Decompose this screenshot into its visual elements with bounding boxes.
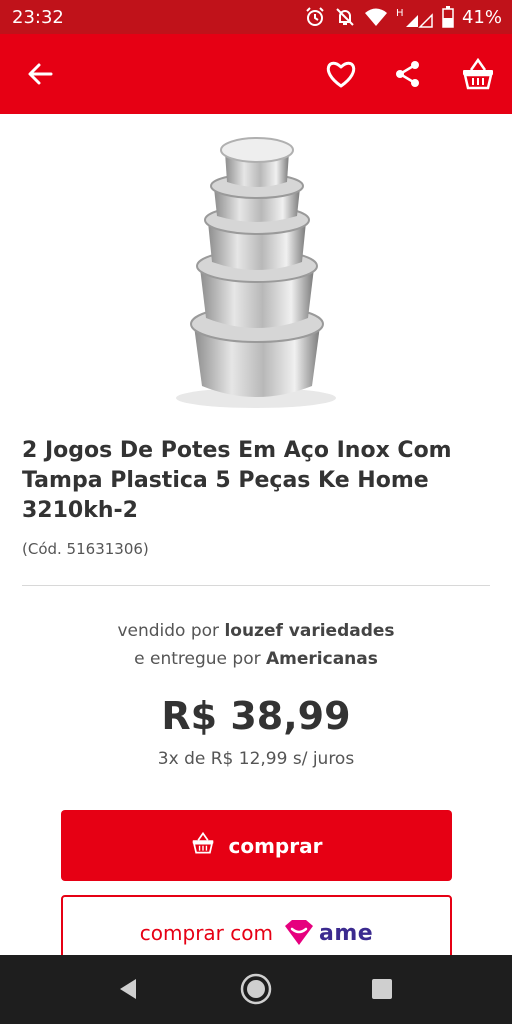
status-bar: 23:32 H 41% [0, 0, 512, 34]
battery-percent: 41% [461, 6, 502, 28]
heart-icon[interactable] [321, 54, 361, 94]
product-code: (Cód. 51631306) [22, 540, 149, 558]
price: R$ 38,99 [161, 694, 351, 738]
product-image[interactable] [150, 128, 362, 418]
mute-icon [334, 6, 356, 28]
nav-recents-icon[interactable] [362, 969, 402, 1009]
ame-logo: ame [283, 920, 373, 946]
nav-back-icon[interactable] [107, 969, 147, 1009]
wifi-icon [364, 7, 388, 27]
delivered-by-prefix: e entregue por [134, 649, 266, 669]
sold-by-line: vendido por louzef variedades [0, 617, 512, 645]
ame-wordmark: ame [318, 920, 374, 946]
share-icon[interactable] [388, 54, 428, 94]
basket-icon [191, 831, 215, 859]
basket-icon[interactable] [458, 54, 498, 94]
app-bar [0, 34, 512, 114]
nav-home-icon[interactable] [236, 969, 276, 1009]
buy-button-label: comprar [228, 833, 323, 858]
back-arrow-icon[interactable] [20, 54, 60, 94]
svg-text:H: H [396, 8, 404, 19]
seller-info: vendido por louzef variedades e entregue… [0, 617, 512, 673]
divider [22, 585, 490, 586]
seller-name[interactable]: louzef variedades [224, 621, 394, 641]
product-title: 2 Jogos De Potes Em Aço Inox Com Tampa P… [22, 438, 452, 523]
sold-by-prefix: vendido por [117, 621, 225, 641]
signal-h-icon: H [396, 6, 434, 28]
battery-icon [442, 6, 454, 28]
buy-with-ame-label: comprar com [139, 921, 273, 945]
status-icons: H 41% [304, 5, 502, 29]
ame-heart-icon [284, 920, 313, 945]
system-nav-bar [0, 955, 512, 1024]
alarm-icon [304, 6, 326, 28]
buy-button[interactable]: comprar [61, 810, 452, 881]
installments: 3x de R$ 12,99 s/ juros [157, 749, 355, 769]
delivery-partner: Americanas [266, 649, 378, 669]
delivered-by-line: e entregue por Americanas [0, 645, 512, 673]
status-time: 23:32 [12, 7, 64, 28]
